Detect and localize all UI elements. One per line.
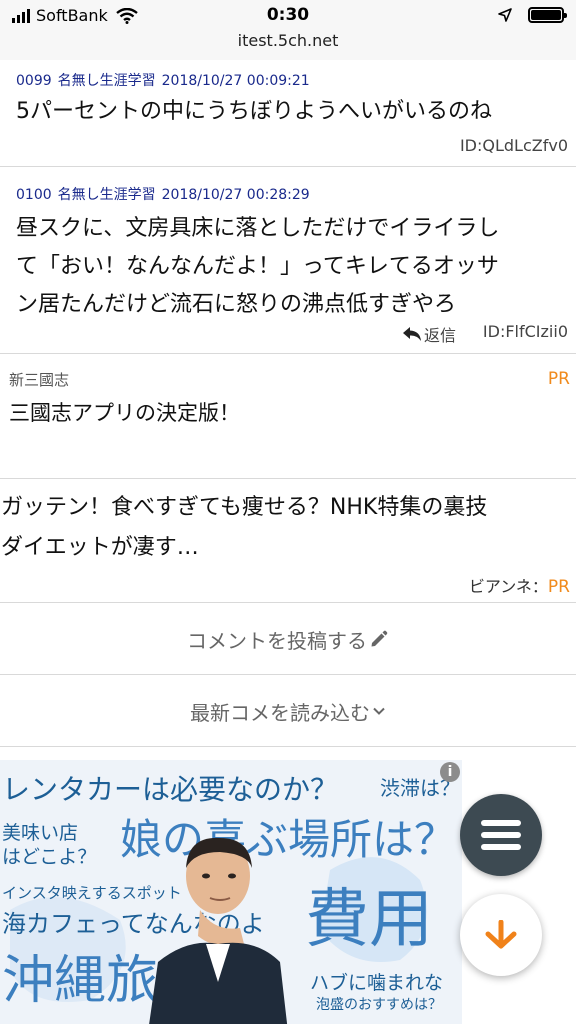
post-comment-button[interactable]: コメントを投稿する — [0, 604, 576, 675]
ad-source-row: ビアンネ：PR — [469, 573, 570, 597]
arrow-down-icon — [485, 920, 517, 949]
post-item: 0099 名無し生涯学習 2018/10/27 00:09:21 5パーセントの中に… — [0, 60, 576, 167]
reply-label: 返信 — [424, 326, 457, 345]
pr-badge: PR — [547, 577, 570, 597]
post-id[interactable]: ID:QLdLcZfv0 — [460, 136, 568, 155]
ad-source: ビアンネ： — [468, 577, 548, 596]
ad-title[interactable]: 三國志アプリの決定版！ — [9, 397, 240, 427]
status-time: 0:30 — [266, 5, 310, 25]
banner-word: 美味い店 — [2, 822, 79, 844]
post-author: 名無し生涯学習 — [57, 73, 156, 89]
ad-item[interactable]: 新三國志 PR 三國志アプリの決定版！ — [0, 355, 576, 479]
chevron-down-icon — [373, 707, 385, 715]
battery-icon — [528, 7, 567, 23]
reply-button[interactable]: 返信 — [402, 322, 456, 346]
banner-word: 泡盛のおすすめは？ — [316, 997, 442, 1013]
load-latest-button[interactable]: 最新コメを読み込む — [0, 676, 576, 747]
post-comment-label: コメントを投稿する — [187, 628, 367, 653]
load-latest-label: 最新コメを読み込む — [190, 700, 370, 725]
ad-source: 新三國志 — [9, 371, 70, 389]
banner-word: 費用 — [305, 883, 433, 957]
hamburger-menu-icon — [481, 820, 521, 850]
post-body: 昼スクに、文房具床に落としただけでイライラし て「おい！なんなんだよ！」ってキレ… — [16, 210, 568, 324]
status-right — [498, 7, 567, 23]
post-date: 2018/10/27 00:09:21 — [161, 73, 310, 89]
banner-word: はどこよ？ — [2, 846, 97, 868]
post-body-line: て「おい！なんなんだよ！」ってキレてるオッサ — [16, 254, 499, 279]
location-arrow-icon — [498, 8, 512, 22]
scroll-down-button[interactable] — [460, 894, 542, 976]
banner-word: ハブに噛まれな — [310, 972, 444, 994]
ad-text[interactable]: ガッテン！食べすぎても痩せる？NHK特集の裏技 ダイエットが凄す… — [1, 488, 571, 568]
banner-ad[interactable]: レンタカーは必要なのか？ 渋滞は？ 美味い店 はどこよ？ 娘の喜ぶ場所は？ イン… — [0, 760, 462, 1024]
post-body-line: 昼スクに、文房具床に落としただけでイライラし — [16, 216, 500, 241]
status-bar: SoftBank 0:30 itest.5ch.net — [0, 0, 576, 60]
address-url[interactable]: itest.5ch.net — [0, 31, 576, 50]
ad-text-line: ガッテン！食べすぎても痩せる？NHK特集の裏技 — [1, 495, 488, 520]
menu-button[interactable] — [460, 794, 542, 876]
reply-arrow-icon — [403, 327, 421, 341]
post-id[interactable]: ID:FlfCIzii0 — [483, 322, 568, 341]
post-body-line: 5パーセントの中にうちぼりようへいがいるのね — [16, 99, 492, 124]
man-illustration — [149, 837, 288, 1024]
pencil-icon — [371, 630, 388, 647]
post-body-line: ン居たんだけど流石に怒りの沸点低すぎやろ — [16, 292, 457, 317]
post-number[interactable]: 0100 — [16, 187, 52, 203]
info-icon[interactable]: i — [440, 762, 460, 782]
banner-word: 沖縄旅 — [2, 951, 159, 1011]
post-header: 0100 名無し生涯学習 2018/10/27 00:28:29 — [16, 184, 316, 204]
pr-badge: PR — [547, 369, 570, 389]
post-number[interactable]: 0099 — [16, 73, 52, 89]
post-author: 名無し生涯学習 — [57, 187, 156, 203]
post-body: 5パーセントの中にうちぼりようへいがいるのね — [16, 94, 568, 130]
post-header: 0099 名無し生涯学習 2018/10/27 00:09:21 — [16, 70, 316, 90]
post-item: 0100 名無し生涯学習 2018/10/27 00:28:29 昼スクに、文房具床… — [0, 168, 576, 354]
post-date: 2018/10/27 00:28:29 — [161, 187, 310, 203]
ad-text-line: ダイエットが凄す… — [1, 535, 199, 560]
ad-item[interactable]: ガッテン！食べすぎても痩せる？NHK特集の裏技 ダイエットが凄す… ビアンネ：P… — [0, 480, 576, 603]
banner-word: レンタカーは必要なのか？ — [2, 773, 339, 806]
